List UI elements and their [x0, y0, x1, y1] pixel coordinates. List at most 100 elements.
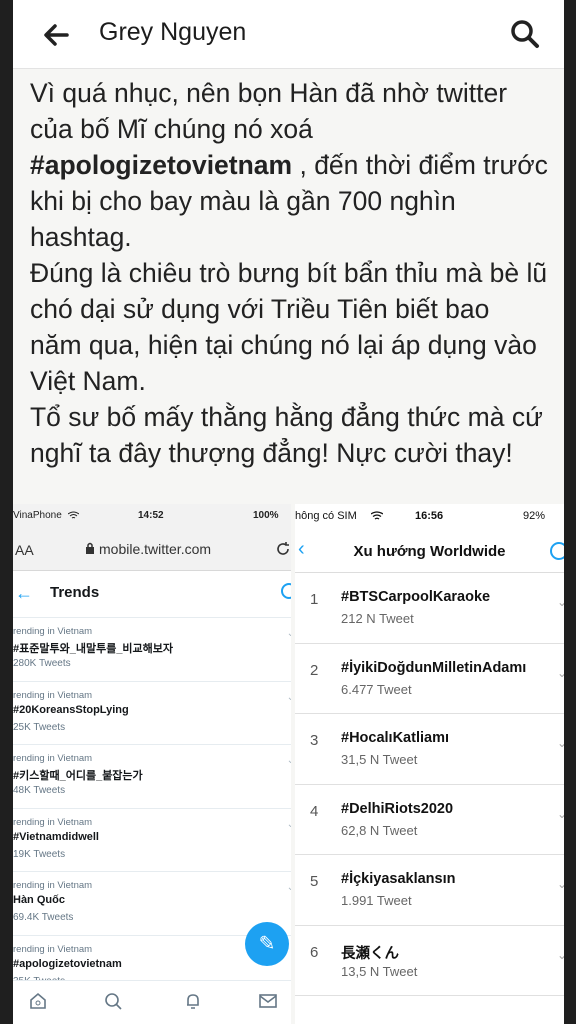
trend-count: 1.991 Tweet: [341, 893, 412, 908]
chevron-down-icon[interactable]: ⌄: [557, 736, 564, 750]
gear-icon[interactable]: [550, 542, 564, 560]
post-view: Grey Nguyen Vì quá nhục, nên bọn Hàn đã …: [13, 0, 564, 1024]
list-item[interactable]: rending in Vietnam #표준말투와_내말투를_비교해보자 280K …: [13, 618, 291, 682]
search-icon[interactable]: [103, 991, 123, 1011]
arrow-left-icon[interactable]: [39, 18, 73, 52]
trends-title: Trends: [50, 584, 100, 601]
back-arrow-icon[interactable]: ←: [15, 583, 33, 604]
list-item[interactable]: 5 #İçkiyasaklansın 1.991 Tweet ⌄: [295, 855, 564, 926]
screen: Grey Nguyen Vì quá nhục, nên bọn Hàn đã …: [0, 0, 576, 1024]
list-item[interactable]: rending in Vietnam Hàn Quốc 69.4K Tweets ⌄: [13, 872, 291, 936]
list-item[interactable]: rending in Vietnam #키스할때_어디를_붙잡는가 48K Twee…: [13, 745, 291, 809]
trend-count: 13,5 N Tweet: [341, 963, 418, 979]
chevron-down-icon[interactable]: ⌄: [557, 666, 564, 680]
mail-icon[interactable]: [258, 991, 278, 1011]
trend-count: 48K Tweets: [13, 785, 66, 796]
wifi-icon: [68, 511, 79, 519]
trend-context: rending in Vietnam: [13, 689, 93, 701]
carrier: hông có SIM: [295, 510, 357, 522]
lock-icon: [86, 542, 94, 554]
trend-context: rending in Vietnam: [13, 943, 93, 955]
trend-name: #apologizetovietnam: [13, 957, 122, 970]
trend-count: 19K Tweets: [13, 848, 66, 860]
chevron-down-icon[interactable]: ⌄: [557, 595, 564, 609]
trends-title-bar: ‹ Xu hướng Worldwide: [295, 530, 564, 573]
home-icon[interactable]: [28, 991, 48, 1011]
trend-rank: 4: [310, 802, 319, 820]
search-icon[interactable]: [508, 17, 542, 51]
trend-context: rending in Vietnam: [13, 753, 93, 764]
chevron-down-icon[interactable]: ⌄: [287, 755, 291, 766]
trends-list: 1 #BTSCarpoolKaraoke 212 N Tweet ⌄ 2 #İyikiD…: [295, 573, 564, 996]
trend-name: #İyikiDoğdunMilletinAdamı: [341, 659, 527, 676]
trend-context: rending in Vietnam: [13, 816, 93, 828]
embedded-screenshots: VinaPhone 14:52 100% AA mobile.twitter.c…: [13, 504, 564, 1024]
post-paragraph-1: Vì quá nhục, nên bọn Hàn đã nhờ twitter …: [30, 75, 548, 255]
trend-count: 280K Tweets: [13, 658, 71, 669]
chevron-down-icon[interactable]: ⌄: [557, 948, 564, 962]
trend-name: #Vietnamdidwell: [13, 830, 99, 843]
trend-count: 69.4K Tweets: [13, 912, 74, 923]
refresh-icon[interactable]: [275, 541, 291, 557]
right-screenshot: hông có SIM 16:56 92% ‹ Xu hướng Worldwi…: [295, 504, 564, 1024]
right-edge: [564, 0, 576, 1024]
trends-title: Xu hướng Worldwide: [353, 543, 506, 560]
header-title: Grey Nguyen: [99, 18, 247, 46]
carrier: VinaPhone: [13, 510, 62, 521]
bell-icon[interactable]: [183, 991, 203, 1011]
list-item[interactable]: rending in Vietnam #Vietnamdidwell 19K Twe…: [13, 809, 291, 872]
trend-count: 6.477 Tweet: [341, 681, 412, 697]
compose-icon[interactable]: ✎: [245, 922, 289, 966]
text-size-button[interactable]: AA: [15, 542, 34, 558]
browser-url-bar[interactable]: AA mobile.twitter.com: [13, 528, 291, 571]
trend-rank: 1: [310, 591, 319, 608]
trend-name: #20KoreansStopLying: [13, 703, 129, 716]
list-item[interactable]: 3 #HocalıKatliamı 31,5 N Tweet ⌄: [295, 714, 564, 785]
trend-context: rending in Vietnam: [13, 880, 93, 891]
chevron-down-icon[interactable]: ⌄: [287, 819, 291, 830]
trend-rank: 3: [310, 732, 319, 749]
trend-count: 31,5 N Tweet: [341, 752, 418, 767]
hashtag-link[interactable]: #apologizetovietnam: [30, 150, 292, 180]
chevron-down-icon[interactable]: ⌄: [287, 628, 291, 639]
trend-rank: 6: [310, 943, 319, 961]
chevron-down-icon[interactable]: ⌄: [287, 882, 291, 893]
trend-name: #DelhiRiots2020: [341, 800, 454, 817]
left-edge: [0, 0, 13, 1024]
post-paragraph-2: Đúng là chiêu trò bưng bít bẩn thỉu mà b…: [30, 258, 548, 396]
header-bar: Grey Nguyen: [13, 0, 564, 69]
chevron-down-icon[interactable]: ⌄: [557, 807, 564, 821]
trend-name: Hàn Quốc: [13, 894, 65, 906]
wifi-icon: [371, 511, 383, 520]
trend-count: 25K Tweets: [13, 721, 66, 733]
trend-name: #İçkiyasaklansın: [341, 871, 456, 887]
trend-name: #표준말투와_내말투를_비교해보자: [13, 643, 174, 655]
post-body: Vì quá nhục, nên bọn Hàn đã nhờ twitter …: [13, 69, 564, 471]
trend-name: #BTSCarpoolKaraoke: [341, 589, 491, 605]
post-paragraph-3: Tổ sư bố mấy thằng hằng đẳng thức mà cứ …: [30, 402, 543, 468]
gear-icon[interactable]: [281, 583, 291, 599]
status-time: 14:52: [138, 510, 164, 521]
chevron-down-icon[interactable]: ⌄: [287, 692, 291, 703]
trend-rank: 2: [310, 661, 319, 679]
status-bar: VinaPhone 14:52 100%: [13, 504, 291, 528]
trend-count: 62,8 N Tweet: [341, 822, 418, 838]
chevron-down-icon[interactable]: ⌄: [557, 877, 564, 891]
url-text[interactable]: mobile.twitter.com: [99, 541, 211, 557]
list-item[interactable]: 6 長瀬くん 13,5 N Tweet ⌄: [295, 926, 564, 996]
left-screenshot: VinaPhone 14:52 100% AA mobile.twitter.c…: [13, 504, 291, 1024]
list-item[interactable]: 4 #DelhiRiots2020 62,8 N Tweet ⌄: [295, 785, 564, 855]
trend-rank: 5: [310, 873, 319, 890]
trend-context: rending in Vietnam: [13, 626, 93, 637]
trend-count: 212 N Tweet: [341, 611, 414, 626]
trend-name: 長瀬くん: [341, 945, 399, 962]
battery-level: 100%: [253, 510, 279, 521]
bottom-nav: [13, 980, 291, 1024]
trend-name: #키스할때_어디를_붙잡는가: [13, 770, 143, 782]
status-bar: hông có SIM 16:56 92%: [295, 504, 564, 530]
trend-name: #HocalıKatliamı: [341, 730, 449, 746]
status-time: 16:56: [415, 510, 444, 522]
list-item[interactable]: 2 #İyikiDoğdunMilletinAdamı 6.477 Tweet ⌄: [295, 644, 564, 714]
list-item[interactable]: 1 #BTSCarpoolKaraoke 212 N Tweet ⌄: [295, 573, 564, 644]
list-item[interactable]: rending in Vietnam #20KoreansStopLying 25K…: [13, 682, 291, 745]
